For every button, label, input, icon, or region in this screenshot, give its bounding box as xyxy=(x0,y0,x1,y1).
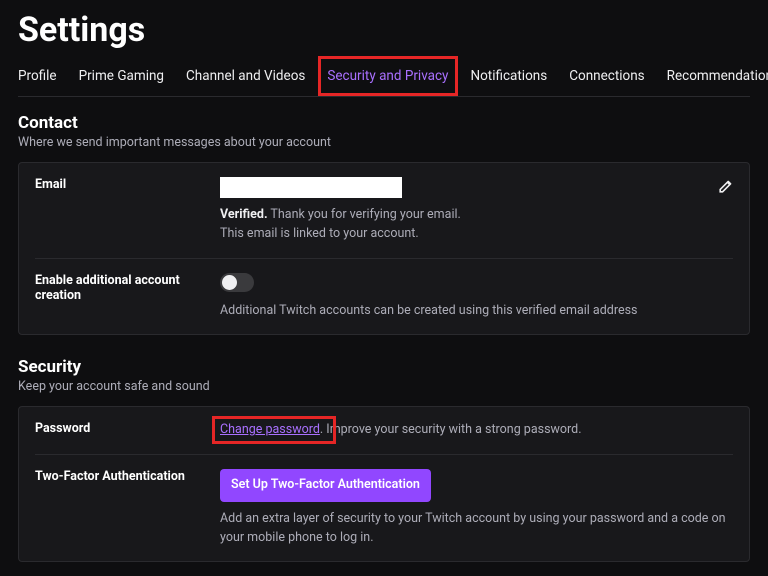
page-title: Settings xyxy=(18,10,750,50)
email-verified-text: Thank you for verifying your email. xyxy=(268,207,461,222)
body-twofa: Set Up Two-Factor Authentication Add an … xyxy=(220,469,733,547)
row-twofa: Two-Factor Authentication Set Up Two-Fac… xyxy=(35,455,733,561)
tab-recommendations[interactable]: Recommendations xyxy=(667,58,768,96)
row-password: Password Change password. Improve your s… xyxy=(35,407,733,455)
email-linked-text: This email is linked to your account. xyxy=(220,225,705,244)
row-enable-additional: Enable additional account creation Addit… xyxy=(35,259,733,335)
body-email: Verified. Thank you for verifying your e… xyxy=(220,177,705,244)
tab-prime-gaming[interactable]: Prime Gaming xyxy=(79,58,164,96)
toggle-knob xyxy=(222,275,237,290)
label-enable-additional: Enable additional account creation xyxy=(35,273,220,321)
toggle-desc: Additional Twitch accounts can be create… xyxy=(220,302,733,321)
tab-profile[interactable]: Profile xyxy=(18,58,57,96)
security-card: Password Change password. Improve your s… xyxy=(18,406,750,562)
section-desc-security: Keep your account safe and sound xyxy=(18,379,750,394)
row-email: Email Verified. Thank you for verifying … xyxy=(35,163,733,259)
body-enable-additional: Additional Twitch accounts can be create… xyxy=(220,273,733,321)
tab-connections[interactable]: Connections xyxy=(569,58,644,96)
email-value-redacted xyxy=(220,177,402,198)
body-password: Change password. Improve your security w… xyxy=(220,421,733,440)
tab-notifications[interactable]: Notifications xyxy=(470,58,547,96)
section-title-security: Security xyxy=(18,357,750,377)
section-desc-contact: Where we send important messages about y… xyxy=(18,135,750,150)
edit-email-button[interactable] xyxy=(717,179,733,199)
password-hint: Improve your security with a strong pass… xyxy=(323,422,581,437)
tabs: Profile Prime Gaming Channel and Videos … xyxy=(18,58,750,97)
pencil-icon xyxy=(717,179,733,195)
twofa-desc: Add an extra layer of security to your T… xyxy=(220,510,733,548)
label-password: Password xyxy=(35,421,220,440)
section-title-contact: Contact xyxy=(18,113,750,133)
label-twofa: Two-Factor Authentication xyxy=(35,469,220,547)
toggle-additional-account[interactable] xyxy=(220,273,254,292)
change-password-link[interactable]: Change password xyxy=(220,422,320,437)
contact-card: Email Verified. Thank you for verifying … xyxy=(18,162,750,335)
tab-security-privacy[interactable]: Security and Privacy xyxy=(327,58,448,96)
tab-label: Security and Privacy xyxy=(327,68,448,84)
email-verified-strong: Verified. xyxy=(220,207,268,222)
tab-channel-videos[interactable]: Channel and Videos xyxy=(186,58,305,96)
set-up-2fa-button[interactable]: Set Up Two-Factor Authentication xyxy=(220,469,431,502)
label-email: Email xyxy=(35,177,220,244)
